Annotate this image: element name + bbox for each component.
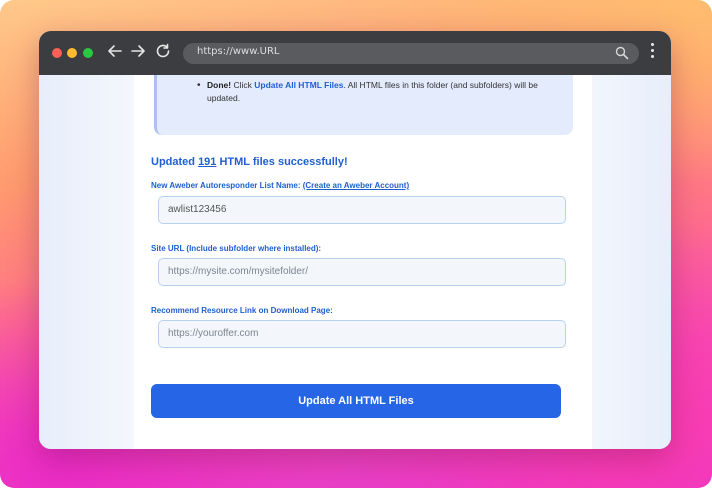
list-name-label: New Aweber Autoresponder List Name: (Cre… bbox=[151, 181, 409, 190]
main-panel: • Done! Click Update All HTML Files. All… bbox=[134, 75, 592, 449]
page-viewport: • Done! Click Update All HTML Files. All… bbox=[39, 75, 671, 449]
success-suffix: HTML files successfully! bbox=[216, 156, 348, 168]
minimize-window-button[interactable] bbox=[67, 48, 77, 58]
update-all-files-button[interactable]: Update All HTML Files bbox=[151, 384, 561, 418]
close-window-button[interactable] bbox=[52, 48, 62, 58]
success-message: Updated 191 HTML files successfully! bbox=[151, 156, 348, 168]
update-files-link[interactable]: Update All HTML Files bbox=[254, 80, 343, 90]
bullet-icon: • bbox=[197, 80, 201, 91]
site-url-label: Site URL (Include subfolder where instal… bbox=[151, 244, 322, 253]
back-arrow-icon[interactable] bbox=[105, 43, 125, 63]
create-account-link[interactable]: (Create an Aweber Account) bbox=[303, 181, 409, 190]
list-name-label-text: New Aweber Autoresponder List Name: bbox=[151, 181, 303, 190]
address-bar-url: https://www.URL bbox=[197, 46, 280, 57]
instruction-text-before: Click bbox=[231, 80, 255, 90]
success-prefix: Updated bbox=[151, 156, 199, 168]
list-name-input[interactable]: awlist123456 bbox=[158, 196, 566, 224]
browser-toolbar: https://www.URL bbox=[39, 31, 671, 75]
resource-link-label: Recommend Resource Link on Download Page… bbox=[151, 306, 333, 315]
search-icon[interactable] bbox=[615, 46, 629, 60]
site-url-input[interactable]: https://mysite.com/mysitefolder/ bbox=[158, 258, 566, 286]
updated-count: 191 bbox=[198, 156, 217, 168]
maximize-window-button[interactable] bbox=[83, 48, 93, 58]
address-bar[interactable]: https://www.URL bbox=[183, 43, 639, 64]
resource-link-input[interactable]: https://youroffer.com bbox=[158, 320, 566, 348]
reload-icon[interactable] bbox=[153, 43, 173, 63]
forward-arrow-icon[interactable] bbox=[128, 43, 148, 63]
instruction-item: • Done! Click Update All HTML Files. All… bbox=[197, 79, 547, 105]
instructions-box: • Done! Click Update All HTML Files. All… bbox=[154, 75, 573, 135]
menu-kebab-icon[interactable] bbox=[649, 43, 655, 63]
browser-window: https://www.URL • Done! Click Update All… bbox=[39, 31, 671, 449]
done-label: Done! bbox=[207, 80, 232, 90]
